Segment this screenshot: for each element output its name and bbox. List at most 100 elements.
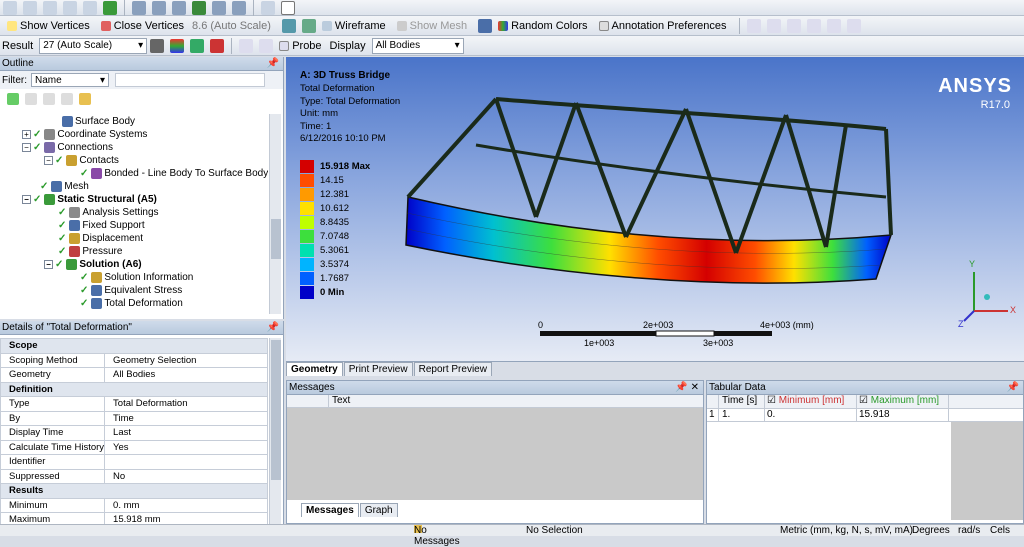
details-value[interactable]: Total Deformation <box>104 396 268 412</box>
col-maximum[interactable]: ☑ Maximum [mm] <box>857 395 949 408</box>
details-row[interactable]: Scoping Method Geometry Selection <box>0 352 268 368</box>
truss-bridge-model[interactable] <box>286 57 1024 361</box>
expand-toggle[interactable]: + <box>22 130 31 139</box>
extend-select-icon[interactable] <box>846 18 861 33</box>
tree-item-fixed-support[interactable]: ✓ Fixed Support <box>58 219 145 232</box>
face-select-icon[interactable] <box>63 0 77 15</box>
details-group-row[interactable]: Definition <box>0 381 268 397</box>
details-value[interactable]: No <box>104 468 268 484</box>
tree-item-static-structural[interactable]: − ✓ Static Structural (A5) <box>22 193 157 206</box>
messages-col-text[interactable]: Text <box>329 395 350 407</box>
vector-icon[interactable] <box>210 38 225 53</box>
pin-icon[interactable]: 📌 ✕ <box>675 382 699 393</box>
line-select-icon[interactable] <box>786 18 801 33</box>
cell-minimum[interactable]: 0. <box>765 409 857 421</box>
details-value[interactable] <box>104 454 268 470</box>
show-mesh-button[interactable]: Show Mesh <box>394 20 467 32</box>
tab-messages[interactable]: Messages <box>301 503 359 517</box>
status-rate[interactable]: rad/s <box>958 525 980 536</box>
auto-scale-value[interactable]: 8.6 (Auto Scale) <box>192 20 271 32</box>
checkbox-icon[interactable]: ☑ <box>859 395 871 406</box>
scroll-thumb[interactable] <box>271 340 281 480</box>
checkbox-icon[interactable]: ☑ <box>767 395 779 406</box>
collapse-toggle[interactable]: − <box>44 260 53 269</box>
go-to-icon[interactable] <box>25 93 37 105</box>
details-value[interactable]: Geometry Selection <box>104 352 268 368</box>
result-scale-select[interactable]: 27 (Auto Scale) ▾ <box>39 37 148 54</box>
tree-item-total-deformation[interactable]: ✓ Total Deformation <box>80 297 183 310</box>
tree-item-mesh[interactable]: ✓ Mesh <box>40 180 89 193</box>
pan-icon[interactable] <box>152 0 166 15</box>
labels-icon[interactable] <box>259 38 274 53</box>
details-row[interactable]: Calculate Time History Yes <box>0 439 268 455</box>
tree-item-displacement[interactable]: ✓ Displacement <box>58 232 143 245</box>
collapse-toggle[interactable]: − <box>44 156 53 165</box>
details-row[interactable]: Maximum 15.918 mm <box>0 512 268 524</box>
details-row[interactable]: Suppressed No <box>0 468 268 484</box>
details-value[interactable]: 0. mm <box>104 497 268 513</box>
wireframe-button[interactable]: Wireframe <box>319 20 386 32</box>
tab-geometry[interactable]: Geometry <box>286 362 343 376</box>
details-row[interactable]: By Time <box>0 410 268 426</box>
details-row[interactable]: Geometry All Bodies <box>0 367 268 383</box>
graphics-viewport[interactable]: A: 3D Truss Bridge Total Deformation Type… <box>286 57 1024 361</box>
tag-icon[interactable] <box>261 0 275 15</box>
show-vertices-button[interactable]: Show Vertices <box>4 20 90 32</box>
tab-graph[interactable]: Graph <box>359 503 398 517</box>
col-minimum[interactable]: ☑ Minimum [mm] <box>765 395 857 408</box>
display-select[interactable]: All Bodies ▾ <box>371 37 464 54</box>
pin-icon[interactable]: 📌 <box>267 322 279 333</box>
collapse-toggle[interactable]: − <box>22 143 31 152</box>
outline-scrollbar[interactable] <box>269 114 281 314</box>
probe-button[interactable]: Probe <box>276 40 322 52</box>
filter-icon[interactable] <box>43 0 57 15</box>
expand-icon[interactable] <box>61 93 73 105</box>
status-angle[interactable]: Degrees <box>912 525 950 536</box>
details-row[interactable]: Minimum 0. mm <box>0 497 268 513</box>
display-style-icon[interactable] <box>281 18 296 33</box>
tree-item-surface-body[interactable]: Surface Body <box>60 115 135 128</box>
select-icon[interactable] <box>3 0 17 15</box>
annotation-preferences-button[interactable]: Annotation Preferences <box>596 20 727 32</box>
vertex-select-icon[interactable] <box>766 18 781 33</box>
cell-maximum[interactable]: 15.918 <box>857 409 949 421</box>
tree-item-connections[interactable]: − ✓ Connections <box>22 141 113 154</box>
tab-print-preview[interactable]: Print Preview <box>343 362 413 376</box>
tree-item-analysis-settings[interactable]: ✓ Analysis Settings <box>58 206 159 219</box>
geometry-display-icon[interactable] <box>150 38 165 53</box>
collapse-icon[interactable] <box>43 93 55 105</box>
details-group-row[interactable]: Results <box>0 483 268 499</box>
tree-item-coordinate-systems[interactable]: + ✓ Coordinate Systems <box>22 128 147 141</box>
scale-icon[interactable] <box>478 18 493 33</box>
details-row[interactable]: Type Total Deformation <box>0 396 268 412</box>
details-row[interactable]: Display Time Last <box>0 425 268 441</box>
cell-time[interactable]: 1. <box>719 409 765 421</box>
details-row[interactable]: Identifier <box>0 454 268 470</box>
edges-display-icon[interactable] <box>190 38 205 53</box>
rotate-icon[interactable] <box>132 0 146 15</box>
window-icon[interactable] <box>281 0 295 15</box>
tree-item-solution[interactable]: − ✓ Solution (A6) <box>44 258 142 271</box>
cube-icon[interactable] <box>103 0 117 15</box>
node-select-icon[interactable] <box>806 18 821 33</box>
max-min-icon[interactable] <box>239 38 254 53</box>
close-vertices-button[interactable]: Close Vertices <box>98 20 184 32</box>
tree-item-equivalent-stress[interactable]: ✓ Equivalent Stress <box>80 284 182 297</box>
details-value[interactable]: All Bodies <box>104 367 268 383</box>
zoom-in-icon[interactable] <box>232 0 246 15</box>
edges-icon[interactable] <box>301 18 316 33</box>
status-temp[interactable]: Cels <box>990 525 1010 536</box>
filter-input[interactable] <box>115 73 265 87</box>
details-value[interactable]: Yes <box>104 439 268 455</box>
edge-select-icon[interactable] <box>746 18 761 33</box>
tree-item-bonded[interactable]: ✓ Bonded - Line Body To Surface Body <box>80 167 268 180</box>
fit-icon[interactable] <box>212 0 226 15</box>
contours-icon[interactable] <box>170 38 185 53</box>
random-colors-button[interactable]: Random Colors <box>495 20 588 32</box>
refresh-icon[interactable] <box>7 93 19 105</box>
pointer-icon[interactable] <box>23 0 37 15</box>
details-value[interactable]: Last <box>104 425 268 441</box>
folder-icon[interactable] <box>79 93 91 105</box>
tree-item-solution-information[interactable]: ✓ Solution Information <box>80 271 193 284</box>
status-units[interactable]: Metric (mm, kg, N, s, mV, mA) <box>780 525 913 536</box>
